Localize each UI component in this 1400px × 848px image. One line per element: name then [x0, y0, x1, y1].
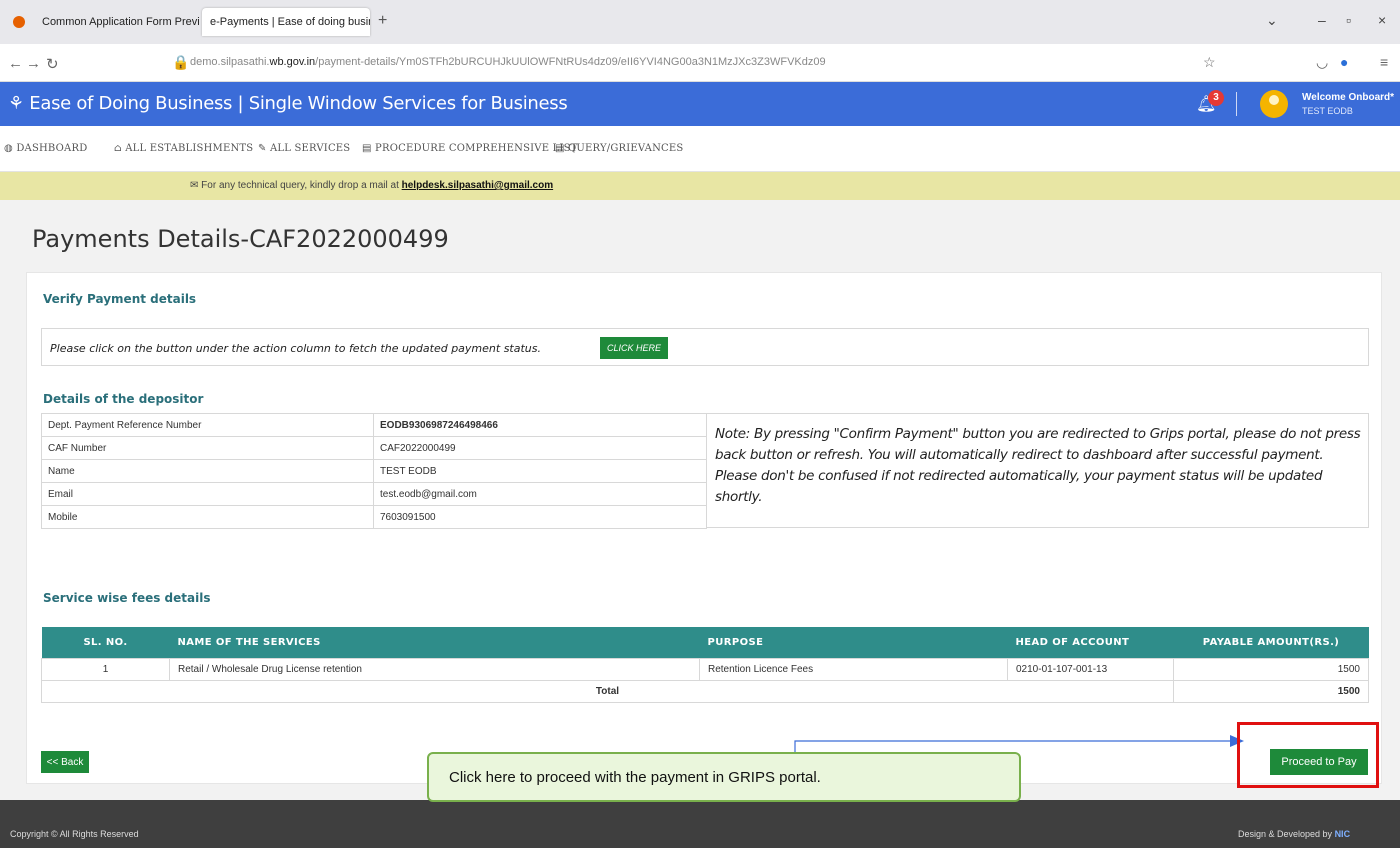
callout-text: Click here to proceed with the payment i… [449, 769, 821, 786]
arrow-line [794, 740, 1232, 752]
callout-arrow [794, 735, 1244, 752]
annotation-callout: Click here to proceed with the payment i… [427, 752, 1021, 802]
proceed-highlight-box [1237, 722, 1379, 788]
